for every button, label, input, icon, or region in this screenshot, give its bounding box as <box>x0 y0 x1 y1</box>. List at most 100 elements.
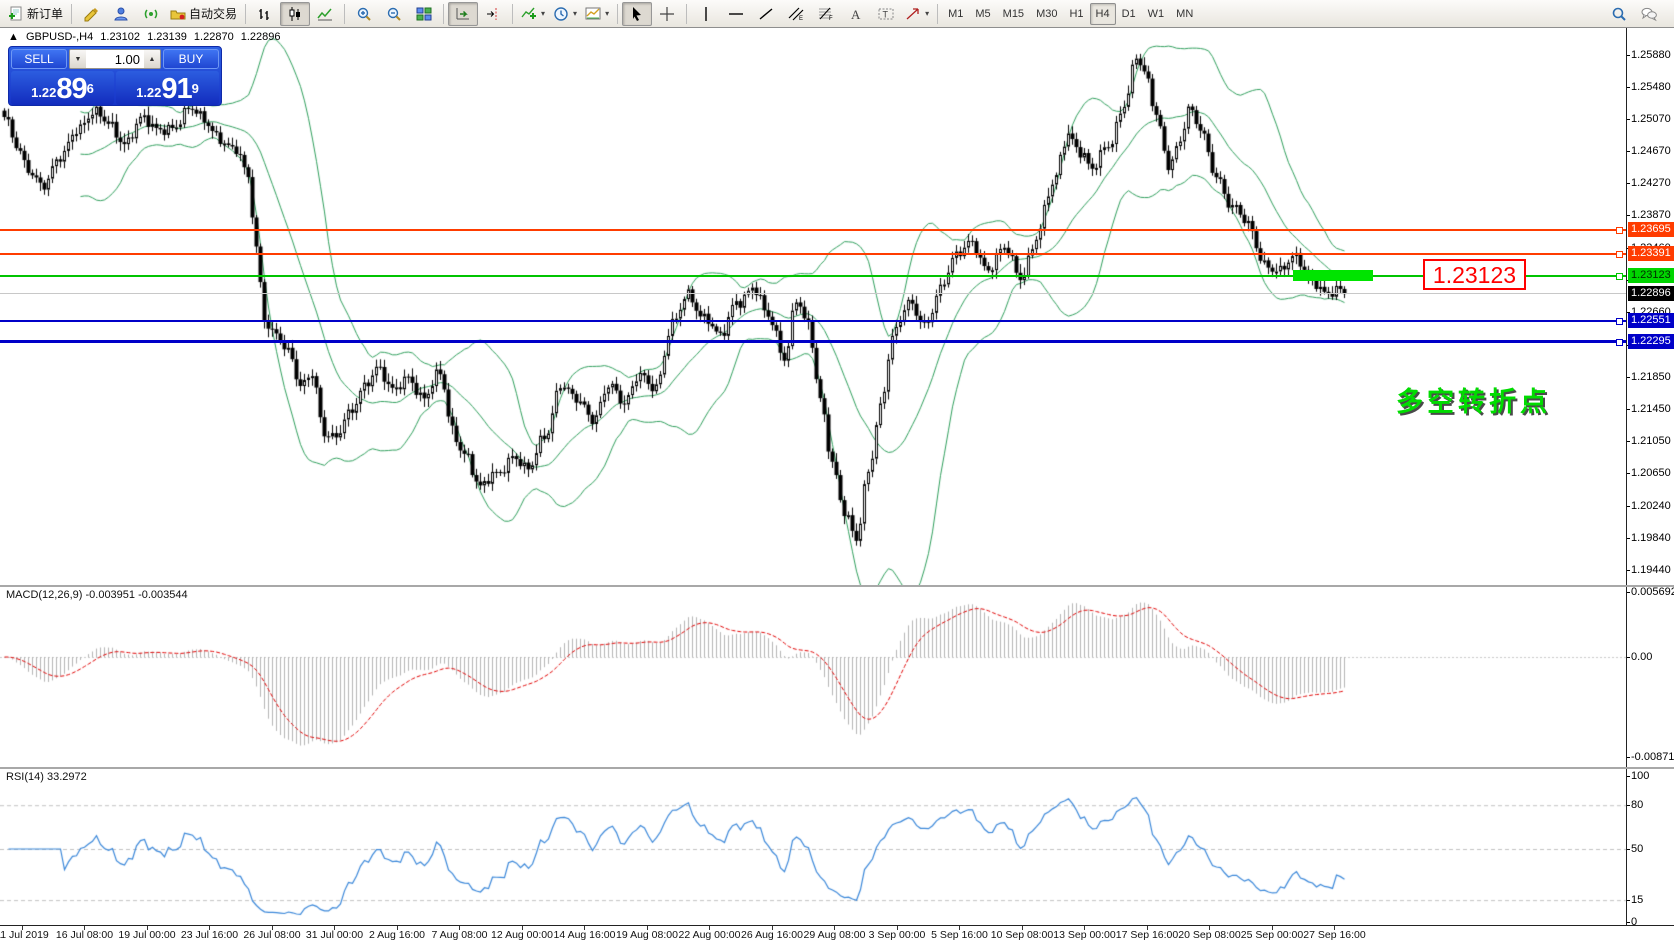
timeframe-m30-button[interactable]: M30 <box>1030 3 1063 25</box>
horizontal-line-1.23123[interactable] <box>0 275 1626 277</box>
rsi-panel-canvas[interactable] <box>0 769 1626 925</box>
price-axis-label: 1.25880 <box>1631 49 1671 61</box>
toolbar-separator <box>443 4 444 24</box>
news-button[interactable] <box>136 2 166 26</box>
volume-control: ▼ ▲ <box>69 49 161 69</box>
fibo-button[interactable]: F <box>811 2 841 26</box>
line-chart-button[interactable] <box>310 2 340 26</box>
horizontal-line-1.23695[interactable] <box>0 229 1626 231</box>
autotrade-button[interactable]: 自动交易 <box>166 2 241 26</box>
search-button[interactable] <box>1604 2 1634 26</box>
price-axis-label: 1.19840 <box>1631 532 1671 544</box>
bar-chart-icon <box>257 6 273 22</box>
pivot-highlight-bar[interactable] <box>1293 270 1373 281</box>
candle-chart-button[interactable] <box>280 2 310 26</box>
timeframe-m5-button[interactable]: M5 <box>969 3 996 25</box>
shapes-button[interactable]: ▾ <box>901 2 933 26</box>
channel-button[interactable]: E <box>781 2 811 26</box>
autoscroll-button[interactable] <box>448 2 478 26</box>
tile-windows-icon <box>416 6 432 22</box>
profiles-button[interactable] <box>106 2 136 26</box>
shapes-icon <box>905 6 921 22</box>
periods-button[interactable]: ▾ <box>549 2 581 26</box>
collapse-icon[interactable]: ▲ <box>8 31 19 43</box>
volume-input[interactable] <box>86 50 144 68</box>
line-anchor-marker[interactable] <box>1616 273 1623 280</box>
bar-chart-button[interactable] <box>250 2 280 26</box>
timeframe-w1-button[interactable]: W1 <box>1142 3 1171 25</box>
time-axis-label: 25 Sep 00:00 <box>1241 929 1303 941</box>
macd-axis-label: 0.00 <box>1631 651 1652 663</box>
text-button[interactable]: A <box>841 2 871 26</box>
label-icon: T <box>878 6 894 22</box>
time-axis-tick <box>22 926 23 930</box>
time-axis-label: 17 Sep 16:00 <box>1116 929 1178 941</box>
horizontal-line-1.22896[interactable] <box>0 293 1626 294</box>
buy-quote[interactable]: 1.22 91 9 <box>116 71 219 105</box>
price-axis-label: 1.21450 <box>1631 403 1671 415</box>
timeframe-m15-button[interactable]: M15 <box>997 3 1030 25</box>
buy-button[interactable]: BUY <box>163 49 219 69</box>
shapes-button-caret[interactable]: ▾ <box>925 9 929 18</box>
zoom-in-button[interactable] <box>349 2 379 26</box>
line-anchor-marker[interactable] <box>1616 318 1623 325</box>
line-anchor-marker[interactable] <box>1616 251 1623 258</box>
indicators-button-caret[interactable]: ▾ <box>541 9 545 18</box>
line-anchor-marker[interactable] <box>1616 339 1623 346</box>
time-axis-tick <box>834 926 835 930</box>
periods-button-caret[interactable]: ▾ <box>573 9 577 18</box>
timeframe-mn-button[interactable]: MN <box>1170 3 1199 25</box>
crosshair-button[interactable] <box>652 2 682 26</box>
one-click-trading-panel: SELL ▼ ▲ BUY 1.22 89 6 1.22 91 9 <box>8 46 222 106</box>
vline-button[interactable] <box>691 2 721 26</box>
horizontal-line-1.23391[interactable] <box>0 253 1626 255</box>
templates-button-caret[interactable]: ▾ <box>605 9 609 18</box>
horizontal-line-1.22551[interactable] <box>0 320 1626 322</box>
price-axis-label: 1.23870 <box>1631 209 1671 221</box>
macd-signal-value: -0.003544 <box>138 589 188 601</box>
volume-decrease-button[interactable]: ▼ <box>70 50 86 68</box>
label-button[interactable]: T <box>871 2 901 26</box>
hline-icon <box>728 6 744 22</box>
main-chart-canvas[interactable] <box>0 28 1626 585</box>
macd-panel-canvas[interactable] <box>0 587 1626 767</box>
rsi-axis-label: 100 <box>1631 770 1649 782</box>
cursor-button[interactable] <box>622 2 652 26</box>
panel-separator[interactable] <box>0 767 1674 769</box>
templates-button[interactable]: ▾ <box>581 2 613 26</box>
horizontal-line-1.22295[interactable] <box>0 340 1626 343</box>
search-icon <box>1611 6 1627 22</box>
rsi-axis-label: 80 <box>1631 799 1643 811</box>
volume-increase-button[interactable]: ▲ <box>144 50 160 68</box>
timeframe-h1-button[interactable]: H1 <box>1063 3 1089 25</box>
chat-button[interactable] <box>1634 2 1664 26</box>
pivot-annotation-text[interactable]: 多空转折点 <box>1396 380 1551 419</box>
chart-window: ▲ GBPUSD-,H4 1.23102 1.23139 1.22870 1.2… <box>0 28 1674 949</box>
shift-chart-button[interactable] <box>478 2 508 26</box>
crosshair-icon <box>659 6 675 22</box>
new-order-button[interactable]: 新订单 <box>4 2 67 26</box>
styler-button[interactable] <box>76 2 106 26</box>
timeframe-h4-button[interactable]: H4 <box>1090 3 1116 25</box>
ohlc-high: 1.23139 <box>147 31 187 43</box>
buy-price-sup: 9 <box>192 74 199 104</box>
panel-separator[interactable] <box>0 585 1674 587</box>
time-axis-tick <box>584 926 585 930</box>
line-anchor-marker[interactable] <box>1616 227 1623 234</box>
tile-windows-button[interactable] <box>409 2 439 26</box>
sell-button[interactable]: SELL <box>11 49 67 69</box>
time-axis-label: 10 Sep 08:00 <box>991 929 1053 941</box>
pivot-price-box[interactable]: 1.23123 <box>1423 259 1526 290</box>
price-axis-border <box>1626 28 1627 926</box>
indicators-button[interactable]: ▾ <box>517 2 549 26</box>
trendline-button[interactable] <box>751 2 781 26</box>
time-axis-label: 20 Sep 08:00 <box>1178 929 1240 941</box>
time-axis-label: 12 Aug 00:00 <box>491 929 553 941</box>
timeframe-m1-button[interactable]: M1 <box>942 3 969 25</box>
zoom-out-button[interactable] <box>379 2 409 26</box>
channel-icon: E <box>788 6 804 22</box>
time-axis-label: 5 Sep 16:00 <box>931 929 988 941</box>
timeframe-d1-button[interactable]: D1 <box>1116 3 1142 25</box>
sell-quote[interactable]: 1.22 89 6 <box>11 71 114 105</box>
hline-button[interactable] <box>721 2 751 26</box>
